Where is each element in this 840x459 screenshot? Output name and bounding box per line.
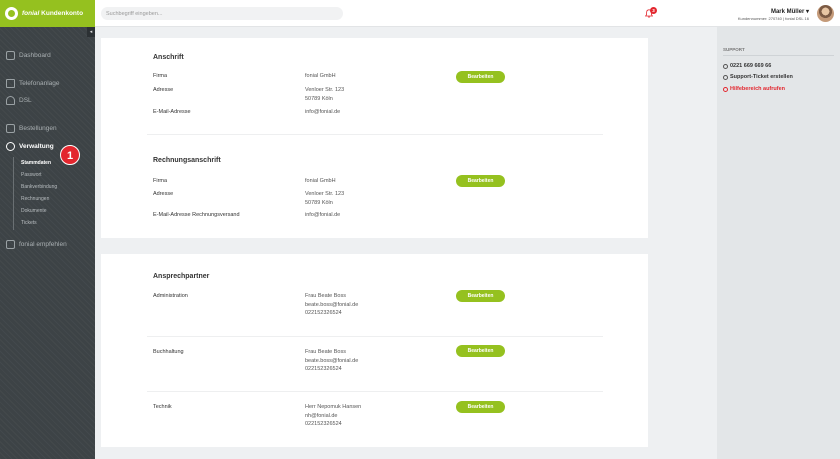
address-card: Anschrift Firma fonial GmbH Bearbeiten A…: [101, 38, 648, 238]
field-value-adresse: Venloer Str. 123 50789 Köln: [305, 86, 344, 103]
section-divider: [147, 336, 603, 337]
brand-name: fonial: [22, 10, 40, 17]
sidebar-subitem-passwort[interactable]: Passwort: [21, 172, 42, 178]
avatar[interactable]: [817, 5, 834, 22]
contact-role: Administration: [153, 293, 188, 299]
contact-phone: 022152326524: [305, 310, 342, 316]
field-value-adresse: Venloer Str. 123 50789 Köln: [305, 190, 344, 207]
user-name: Mark Müller: [770, 9, 805, 15]
support-divider: [723, 55, 834, 56]
fonial-logo-icon: [5, 7, 18, 20]
dashboard-icon: [6, 51, 15, 60]
contact-name: Frau Beate Boss: [305, 293, 346, 299]
section-title-rechnungsanschrift: Rechnungsanschrift: [153, 157, 221, 164]
address-line-1: Venloer Str. 123: [305, 87, 345, 93]
notification-badge: 3: [650, 7, 657, 14]
section-divider: [147, 391, 603, 392]
phone-icon: [723, 63, 728, 69]
support-phone-link[interactable]: 0221 669 669 66: [723, 63, 771, 69]
support-panel: SUPPORT 0221 669 669 66 Support-Ticket e…: [717, 27, 840, 459]
address-line-1: Venloer Str. 123: [305, 191, 345, 197]
contact-name: Herr Nepomuk Hansen: [305, 404, 362, 410]
sidebar-item-label: Verwaltung: [19, 143, 54, 150]
support-ticket-link[interactable]: Support-Ticket erstellen: [723, 74, 793, 80]
star-icon: [6, 124, 15, 133]
sidebar-item-empfehlen[interactable]: fonial empfehlen: [6, 240, 67, 249]
contact-role: Technik: [153, 404, 172, 410]
sidebar-item-label: Telefonanlage: [19, 80, 60, 87]
address-line-2: 50789 Köln: [305, 199, 333, 206]
phone-system-icon: [6, 79, 15, 88]
search-input[interactable]: [101, 7, 343, 20]
recommend-icon: [6, 240, 15, 249]
wifi-icon: [6, 96, 15, 105]
user-menu[interactable]: Mark Müller ▾ Kundennummer: 270740 | fon…: [738, 8, 809, 21]
sidebar-subitem-rechnungen[interactable]: Rechnungen: [21, 196, 49, 202]
submenu-rail: [13, 157, 14, 230]
field-value-email: info@fonial.de: [305, 212, 341, 218]
edit-rechnungsanschrift-button[interactable]: Bearbeiten: [456, 175, 505, 187]
contact-details: Frau Beate Boss beate.boss@fonial.de 022…: [305, 348, 358, 374]
brand-logo[interactable]: fonial Kundenkonto: [0, 0, 95, 27]
contact-email: beate.boss@fonial.de: [305, 301, 359, 308]
sidebar-item-label: DSL: [19, 97, 32, 104]
field-label-adresse: Adresse: [153, 87, 174, 93]
contact-name: Frau Beate Boss: [305, 349, 346, 355]
sidebar-subitem-stammdaten[interactable]: Stammdaten: [21, 160, 51, 166]
contacts-card: Ansprechpartner Administration Frau Beat…: [101, 254, 648, 447]
support-ticket-label: Support-Ticket erstellen: [730, 74, 793, 80]
sidebar-collapse-button[interactable]: ◂: [87, 27, 95, 37]
field-value-email: info@fonial.de: [305, 109, 341, 115]
contact-email: beate.boss@fonial.de: [305, 357, 359, 364]
ticket-icon: [723, 74, 728, 80]
contact-phone: 022152326524: [305, 421, 342, 427]
user-circle-icon: [6, 142, 15, 151]
sidebar: ◂ Dashboard Telefonanlage DSL Bestellung…: [0, 27, 95, 459]
help-icon: [723, 86, 728, 92]
sidebar-subitem-dokumente[interactable]: Dokumente: [21, 208, 47, 214]
brand-suffix: Kundenkonto: [41, 10, 84, 17]
help-area-link[interactable]: Hilfebereich aufrufen: [723, 86, 785, 92]
contact-phone: 022152326524: [305, 366, 342, 372]
section-divider: [147, 134, 603, 135]
section-title-ansprechpartner: Ansprechpartner: [153, 273, 210, 280]
support-phone: 0221 669 669 66: [730, 63, 772, 69]
address-line-2: 50789 Köln: [305, 95, 333, 102]
edit-anschrift-button[interactable]: Bearbeiten: [456, 71, 505, 83]
field-value-firma: fonial GmbH: [305, 73, 336, 79]
contact-email: nh@fonial.de: [305, 412, 338, 419]
field-label-email: E-Mail-Adresse: [153, 109, 191, 115]
sidebar-item-verwaltung[interactable]: Verwaltung: [6, 142, 54, 151]
top-bar: 3 Mark Müller ▾ Kundennummer: 270740 | f…: [95, 0, 840, 27]
contact-details: Herr Nepomuk Hansen nh@fonial.de 0221523…: [305, 403, 361, 429]
sidebar-subitem-tickets[interactable]: Tickets: [21, 220, 37, 226]
sidebar-item-label: fonial empfehlen: [19, 241, 67, 248]
callout-badge-1: 1: [60, 145, 80, 165]
help-area-label: Hilfebereich aufrufen: [730, 86, 786, 92]
field-label-adresse: Adresse: [153, 191, 174, 197]
field-label-firma: Firma: [153, 178, 168, 184]
support-title: SUPPORT: [723, 47, 745, 52]
customer-info: Kundennummer: 270740 | fonial DSL 16: [737, 16, 809, 21]
edit-contact-button[interactable]: Bearbeiten: [456, 345, 505, 357]
edit-contact-button[interactable]: Bearbeiten: [456, 290, 505, 302]
field-value-firma: fonial GmbH: [305, 178, 336, 184]
contact-details: Frau Beate Boss beate.boss@fonial.de 022…: [305, 292, 358, 318]
chevron-down-icon: ▾: [805, 9, 809, 15]
field-label-email-rechnungsversand: E-Mail-Adresse Rechnungsversand: [153, 212, 240, 218]
sidebar-item-telefonanlage[interactable]: Telefonanlage: [6, 79, 59, 88]
edit-contact-button[interactable]: Bearbeiten: [456, 401, 505, 413]
sidebar-item-dsl[interactable]: DSL: [6, 96, 32, 105]
contact-role: Buchhaltung: [153, 349, 184, 355]
sidebar-item-bestellungen[interactable]: Bestellungen: [6, 124, 57, 133]
sidebar-subitem-bankverbindung[interactable]: Bankverbindung: [21, 184, 57, 190]
sidebar-item-label: Bestellungen: [19, 125, 57, 132]
section-title-anschrift: Anschrift: [153, 54, 184, 61]
field-label-firma: Firma: [153, 73, 168, 79]
sidebar-item-dashboard[interactable]: Dashboard: [6, 51, 51, 60]
sidebar-item-label: Dashboard: [19, 52, 51, 59]
